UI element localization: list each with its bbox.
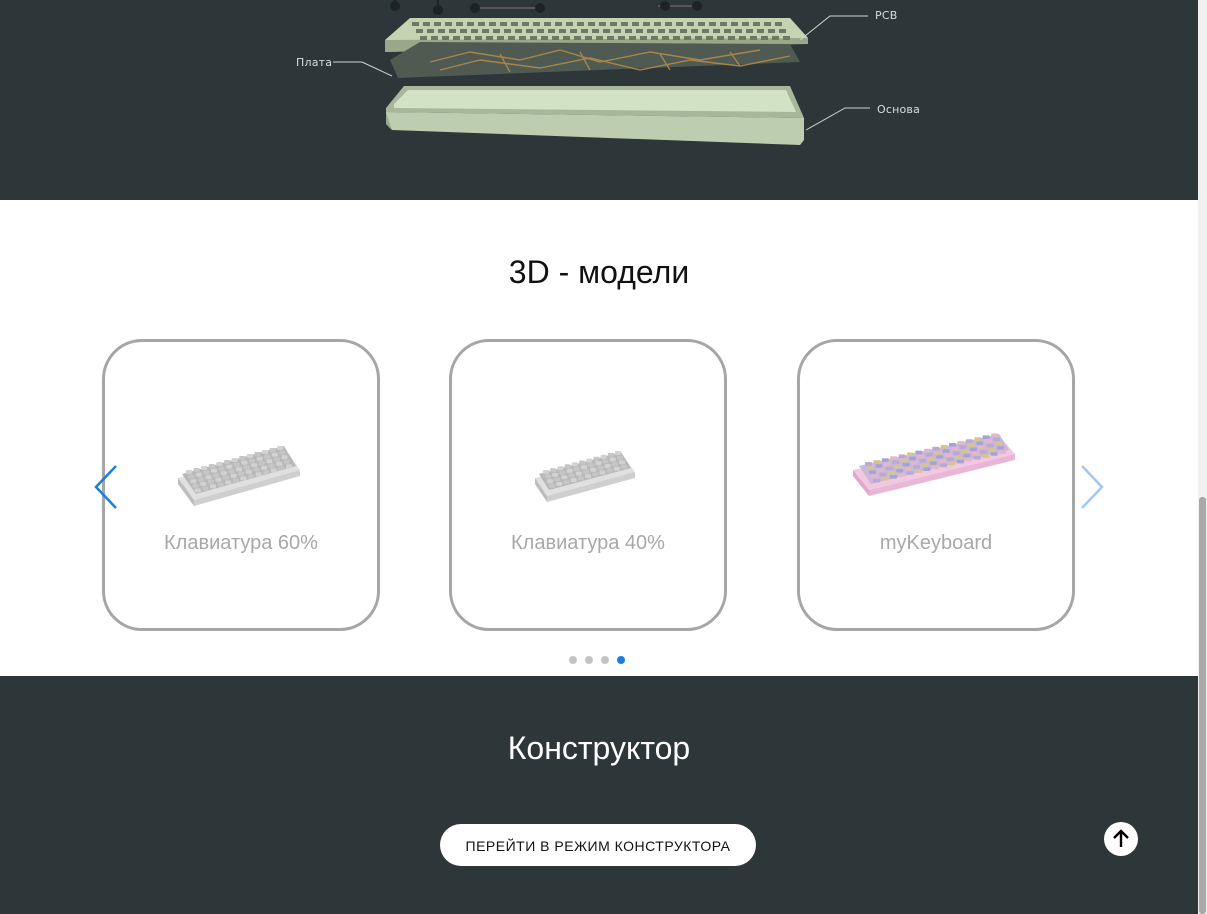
carousel-next-arrow[interactable] <box>1079 464 1105 510</box>
keyboard-40-icon <box>535 451 635 502</box>
model-card-keyboard-60[interactable]: Клавиатура 60% <box>102 339 380 631</box>
keyboard-60-icon <box>178 446 300 506</box>
plate-label: Плата <box>296 56 333 69</box>
model-card-mykeyboard[interactable]: myKeyboard <box>797 339 1075 631</box>
arrow-up-icon <box>1113 829 1129 847</box>
carousel-dot[interactable] <box>585 656 593 664</box>
carousel-pagination <box>569 656 625 664</box>
model-card-keyboard-40[interactable]: Клавиатура 40% <box>449 339 727 631</box>
model-card-label: Клавиатура 40% <box>511 532 665 554</box>
carousel-prev-arrow[interactable] <box>93 464 119 510</box>
base-label: Основа <box>877 103 921 116</box>
models-title: 3D - модели <box>508 254 690 290</box>
exploded-keyboard-illustration <box>333 0 870 145</box>
carousel-dot[interactable] <box>617 656 625 664</box>
model-card-label: Клавиатура 60% <box>164 532 318 554</box>
constructor-section: Конструктор ПЕРЕЙТИ В РЕЖИМ КОНСТРУКТОРА <box>0 676 1198 914</box>
open-constructor-button[interactable]: ПЕРЕЙТИ В РЕЖИМ КОНСТРУКТОРА <box>440 824 756 866</box>
constructor-title: Конструктор <box>507 730 691 766</box>
pcb-label: PCB <box>875 9 898 22</box>
carousel-dot[interactable] <box>569 656 577 664</box>
page-scrollbar-thumb[interactable] <box>1199 497 1206 914</box>
model-card-label: myKeyboard <box>879 532 993 554</box>
keyboard-custom-icon <box>853 433 1015 496</box>
scroll-to-top-button[interactable] <box>1104 822 1138 856</box>
keyboard-diagram-section: PCB Плата Основа <box>0 0 1198 200</box>
carousel-dot[interactable] <box>601 656 609 664</box>
models-section: 3D - модели Клавиатура 60% Клавиатура 40… <box>0 200 1198 676</box>
